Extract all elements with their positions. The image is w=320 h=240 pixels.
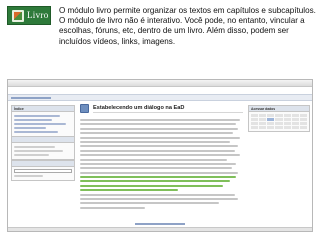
moodle-navbar	[8, 94, 312, 101]
toc-item[interactable]	[14, 115, 61, 117]
search-input[interactable]	[14, 169, 72, 173]
calendar-block: Acessar dados	[248, 105, 310, 132]
slide-description: O módulo livro permite organizar os text…	[59, 6, 316, 46]
logo-text: Livro	[27, 10, 49, 20]
highlight-text	[80, 180, 230, 183]
chapter-icon	[80, 104, 89, 113]
search-block	[11, 160, 75, 181]
toc-item[interactable]	[14, 123, 67, 125]
toc-item[interactable]	[14, 119, 52, 121]
chapter-text	[80, 119, 243, 211]
highlight-text	[80, 176, 237, 179]
book-content: Estabelecendo um diálogo na EaD	[79, 103, 244, 229]
chapter-title: Estabelecendo um diálogo na EaD	[93, 105, 185, 111]
browser-statusbar	[8, 227, 312, 231]
calendar-grid	[249, 112, 309, 131]
livro-logo: Livro	[7, 6, 51, 25]
toc-item[interactable]	[14, 131, 58, 133]
browser-top-strip	[8, 80, 312, 87]
highlight-text	[80, 184, 224, 187]
highlight-text	[80, 189, 178, 192]
admin-block	[11, 136, 75, 160]
moodle-screenshot: Índice Estabelecendo um diálogo na EaD A…	[7, 79, 313, 232]
book-logo-icon	[12, 10, 24, 22]
breadcrumb	[11, 96, 51, 100]
book-navigation[interactable]	[8, 222, 312, 226]
toc-block: Índice	[11, 105, 75, 137]
toc-item[interactable]	[14, 127, 46, 129]
chapter-header: Estabelecendo um diálogo na EaD	[79, 103, 244, 115]
